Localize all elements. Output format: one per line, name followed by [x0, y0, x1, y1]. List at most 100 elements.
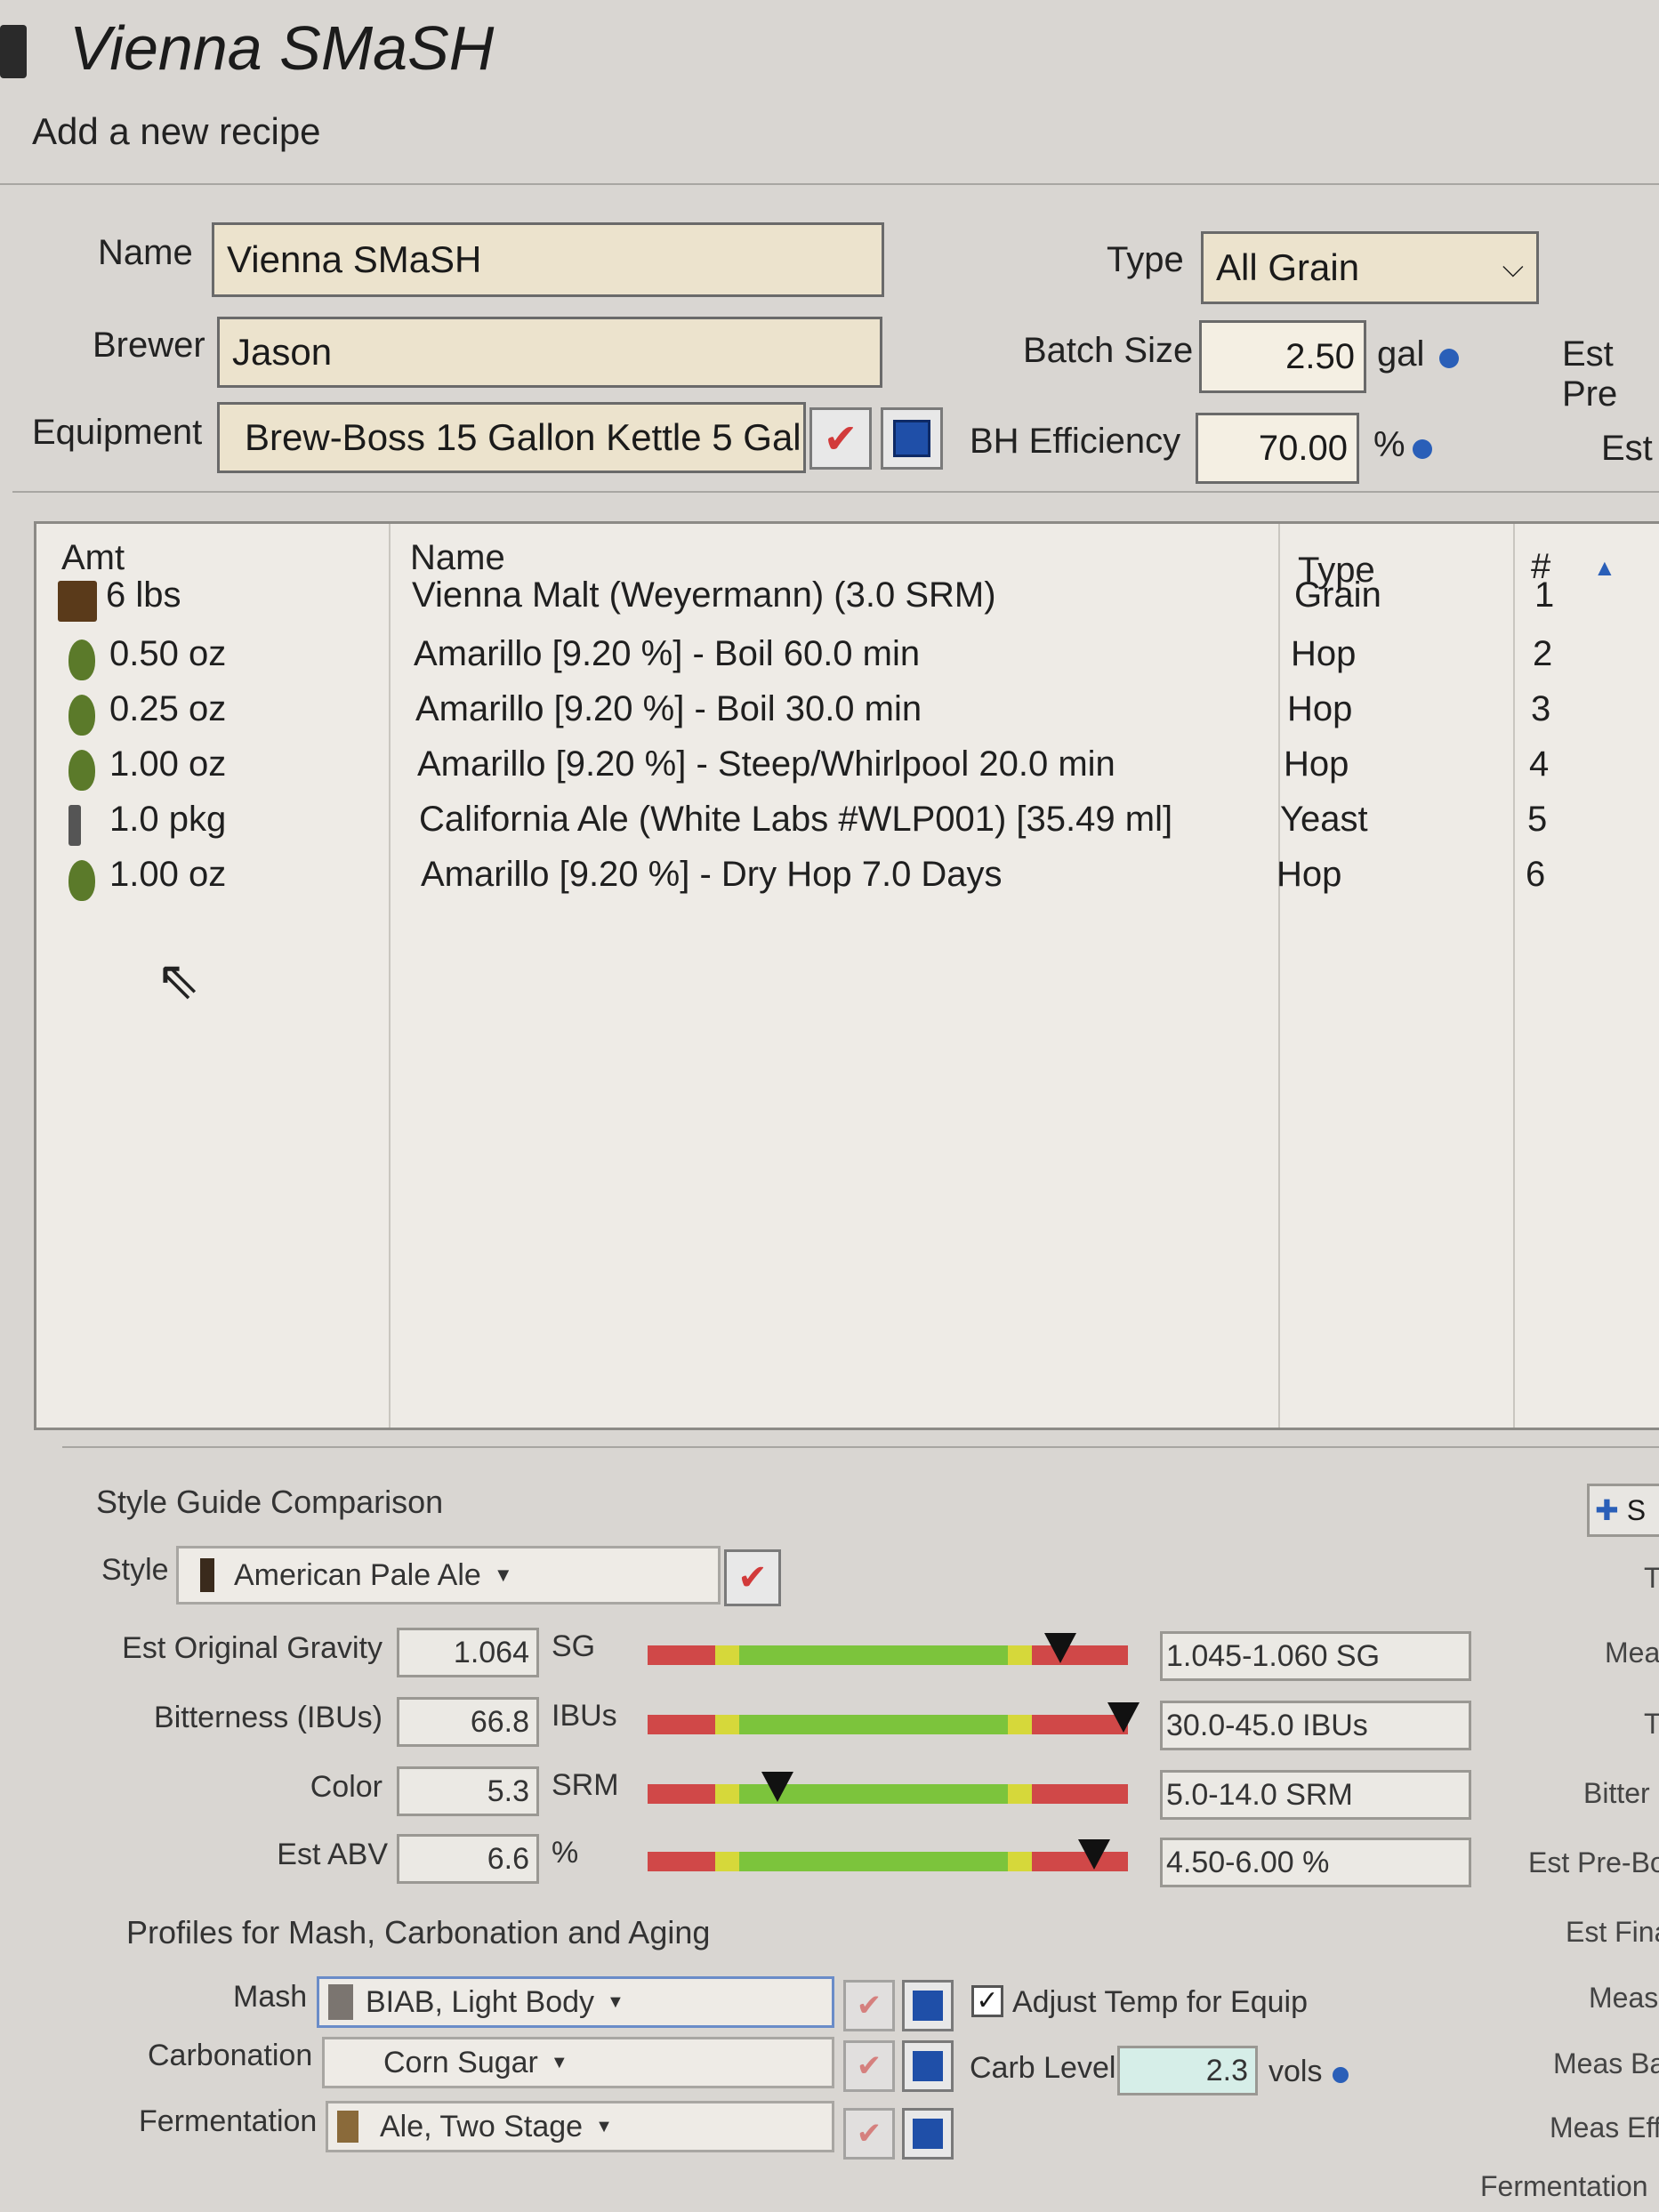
- right-label-cut: Bitter: [1583, 1777, 1650, 1809]
- page-title: Vienna SMaSH: [69, 13, 495, 83]
- amount-cell: 1.0 pkg: [109, 800, 227, 839]
- yeast-icon: [68, 805, 81, 846]
- type-cell: Hop: [1291, 634, 1357, 673]
- amount-cell: 1.00 oz: [109, 744, 227, 784]
- type-cell: Grain: [1294, 575, 1381, 615]
- right-label-cut: Mea: [1605, 1637, 1659, 1669]
- save-icon: [913, 2119, 943, 2149]
- recipe-icon: [0, 25, 27, 78]
- efficiency-input[interactable]: 70.00: [1196, 413, 1359, 484]
- fermentation-select[interactable]: Ale, Two Stage ▼: [326, 2101, 834, 2152]
- amount-cell: 6 lbs: [106, 575, 181, 615]
- efficiency-label: BH Efficiency: [970, 422, 1181, 461]
- style-metric-row: Est Original Gravity 1.064 SG 1.045-1.060 S…: [0, 1628, 1512, 1690]
- metric-value: 6.6: [397, 1834, 539, 1884]
- est-pre-label-cut: Est Pre: [1562, 334, 1618, 414]
- name-cell: Amarillo [9.20 %] - Dry Hop 7.0 Days: [421, 855, 1003, 894]
- right-label-cut: Fermentation: [1480, 2170, 1648, 2202]
- fermentation-label: Fermentation: [139, 2104, 318, 2138]
- check-icon: ✔: [856, 2117, 882, 2151]
- dropdown-arrow-icon: ▼: [607, 1991, 624, 2012]
- batch-size-info-dot[interactable]: [1439, 349, 1459, 368]
- check-icon: ✔: [737, 1558, 768, 1597]
- number-cell: 5: [1527, 800, 1548, 839]
- table-row[interactable]: 0.50 oz Amarillo [9.20 %] - Boil 60.0 min…: [36, 634, 1659, 684]
- amount-cell: 0.25 oz: [109, 689, 227, 728]
- metric-marker: [761, 1772, 793, 1802]
- hop-icon: [68, 695, 95, 736]
- carbonation-checklist-button[interactable]: ✔: [843, 2040, 895, 2092]
- style-side-button[interactable]: ✚ S: [1587, 1484, 1659, 1537]
- name-cell: Amarillo [9.20 %] - Steep/Whirlpool 20.0…: [417, 744, 1115, 784]
- metric-unit: SRM: [552, 1768, 619, 1802]
- metric-unit: SG: [552, 1629, 596, 1663]
- metric-label: Color: [310, 1770, 383, 1804]
- equipment-select[interactable]: Brew-Boss 15 Gallon Kettle 5 Gallo: [217, 402, 806, 473]
- grain-icon: [58, 581, 97, 622]
- metric-label: Est Original Gravity: [122, 1631, 383, 1665]
- mouse-cursor-icon: ⇖: [156, 950, 201, 1009]
- hop-icon: [68, 639, 95, 680]
- col-header-name[interactable]: Name: [410, 538, 505, 578]
- carbonation-select[interactable]: Corn Sugar ▼: [322, 2037, 834, 2088]
- metric-value: 66.8: [397, 1697, 539, 1747]
- carbonation-save-button[interactable]: [902, 2040, 954, 2092]
- header-divider: [0, 183, 1659, 185]
- metric-style-range: 1.045-1.060 SG: [1160, 1631, 1471, 1681]
- style-label: Style: [101, 1553, 169, 1587]
- mash-select[interactable]: BIAB, Light Body ▼: [317, 1976, 834, 2028]
- profiles-heading: Profiles for Mash, Carbonation and Aging: [126, 1914, 711, 1951]
- table-row[interactable]: 6 lbs Vienna Malt (Weyermann) (3.0 SRM) Gr…: [36, 575, 1659, 625]
- dropdown-arrow-icon: ▼: [493, 1564, 513, 1586]
- carbonation-label: Carbonation: [148, 2039, 313, 2072]
- table-row[interactable]: 1.00 oz Amarillo [9.20 %] - Steep/Whirlpo…: [36, 744, 1659, 794]
- number-cell: 3: [1531, 689, 1551, 728]
- metric-label: Est ABV: [277, 1838, 388, 1871]
- name-input[interactable]: Vienna SMaSH: [212, 222, 884, 297]
- metric-style-range: 4.50-6.00 %: [1160, 1838, 1471, 1887]
- table-row[interactable]: 1.0 pkg California Ale (White Labs #WLP00…: [36, 800, 1659, 849]
- ingredients-list[interactable]: Amt Name Type # ▲ 6 lbs Vienna Malt (Weye…: [34, 521, 1659, 1430]
- batch-size-input[interactable]: 2.50: [1199, 320, 1366, 393]
- fermentation-checklist-button[interactable]: ✔: [843, 2108, 895, 2160]
- chevron-down-icon: ⌵: [1502, 251, 1524, 283]
- number-cell: 2: [1533, 634, 1553, 673]
- hop-icon: [68, 860, 95, 901]
- brewer-label: Brewer: [93, 326, 205, 365]
- adjust-temp-checkbox[interactable]: ✓: [971, 1985, 1003, 2017]
- mash-save-button[interactable]: [902, 1980, 954, 2031]
- type-value: All Grain: [1216, 246, 1360, 288]
- right-label-cut: Est Pre-Bo: [1528, 1846, 1659, 1878]
- table-row[interactable]: 0.25 oz Amarillo [9.20 %] - Boil 30.0 min…: [36, 689, 1659, 739]
- table-row[interactable]: 1.00 oz Amarillo [9.20 %] - Dry Hop 7.0 D…: [36, 855, 1659, 905]
- type-select[interactable]: All Grain ⌵: [1201, 231, 1539, 304]
- carb-level-input[interactable]: 2.3: [1117, 2046, 1258, 2095]
- right-label-cut: Meas Ba: [1553, 2047, 1659, 2079]
- metric-range-bar: [648, 1702, 1140, 1734]
- carb-level-unit: vols: [1268, 2055, 1323, 2088]
- check-icon: ✔: [823, 415, 858, 462]
- style-metric-row: Bitterness (IBUs) 66.8 IBUs 30.0-45.0 IBUs: [0, 1697, 1512, 1759]
- beer-glass-icon: [200, 1558, 214, 1592]
- metric-value: 1.064: [397, 1628, 539, 1677]
- equipment-checklist-button[interactable]: ✔: [809, 407, 872, 470]
- name-label: Name: [98, 233, 193, 272]
- metric-marker: [1107, 1702, 1140, 1733]
- fermentation-save-button[interactable]: [902, 2108, 954, 2160]
- col-header-amt[interactable]: Amt: [61, 538, 125, 578]
- amount-cell: 1.00 oz: [109, 855, 227, 894]
- equipment-label: Equipment: [32, 413, 203, 452]
- style-select[interactable]: American Pale Ale ▼: [176, 1546, 721, 1605]
- brewer-input[interactable]: Jason: [217, 317, 882, 388]
- hop-icon: [68, 750, 95, 791]
- carb-level-info-dot[interactable]: [1333, 2067, 1349, 2083]
- equipment-save-button[interactable]: [881, 407, 943, 470]
- type-cell: Hop: [1284, 744, 1349, 784]
- style-side-label: S: [1626, 1494, 1647, 1526]
- mash-value: BIAB, Light Body: [366, 1984, 595, 2019]
- metric-style-range: 30.0-45.0 IBUs: [1160, 1701, 1471, 1750]
- efficiency-info-dot[interactable]: [1413, 439, 1432, 459]
- mash-checklist-button[interactable]: ✔: [843, 1980, 895, 2031]
- style-checklist-button[interactable]: ✔: [724, 1549, 781, 1606]
- right-label-cut: T: [1644, 1708, 1659, 1740]
